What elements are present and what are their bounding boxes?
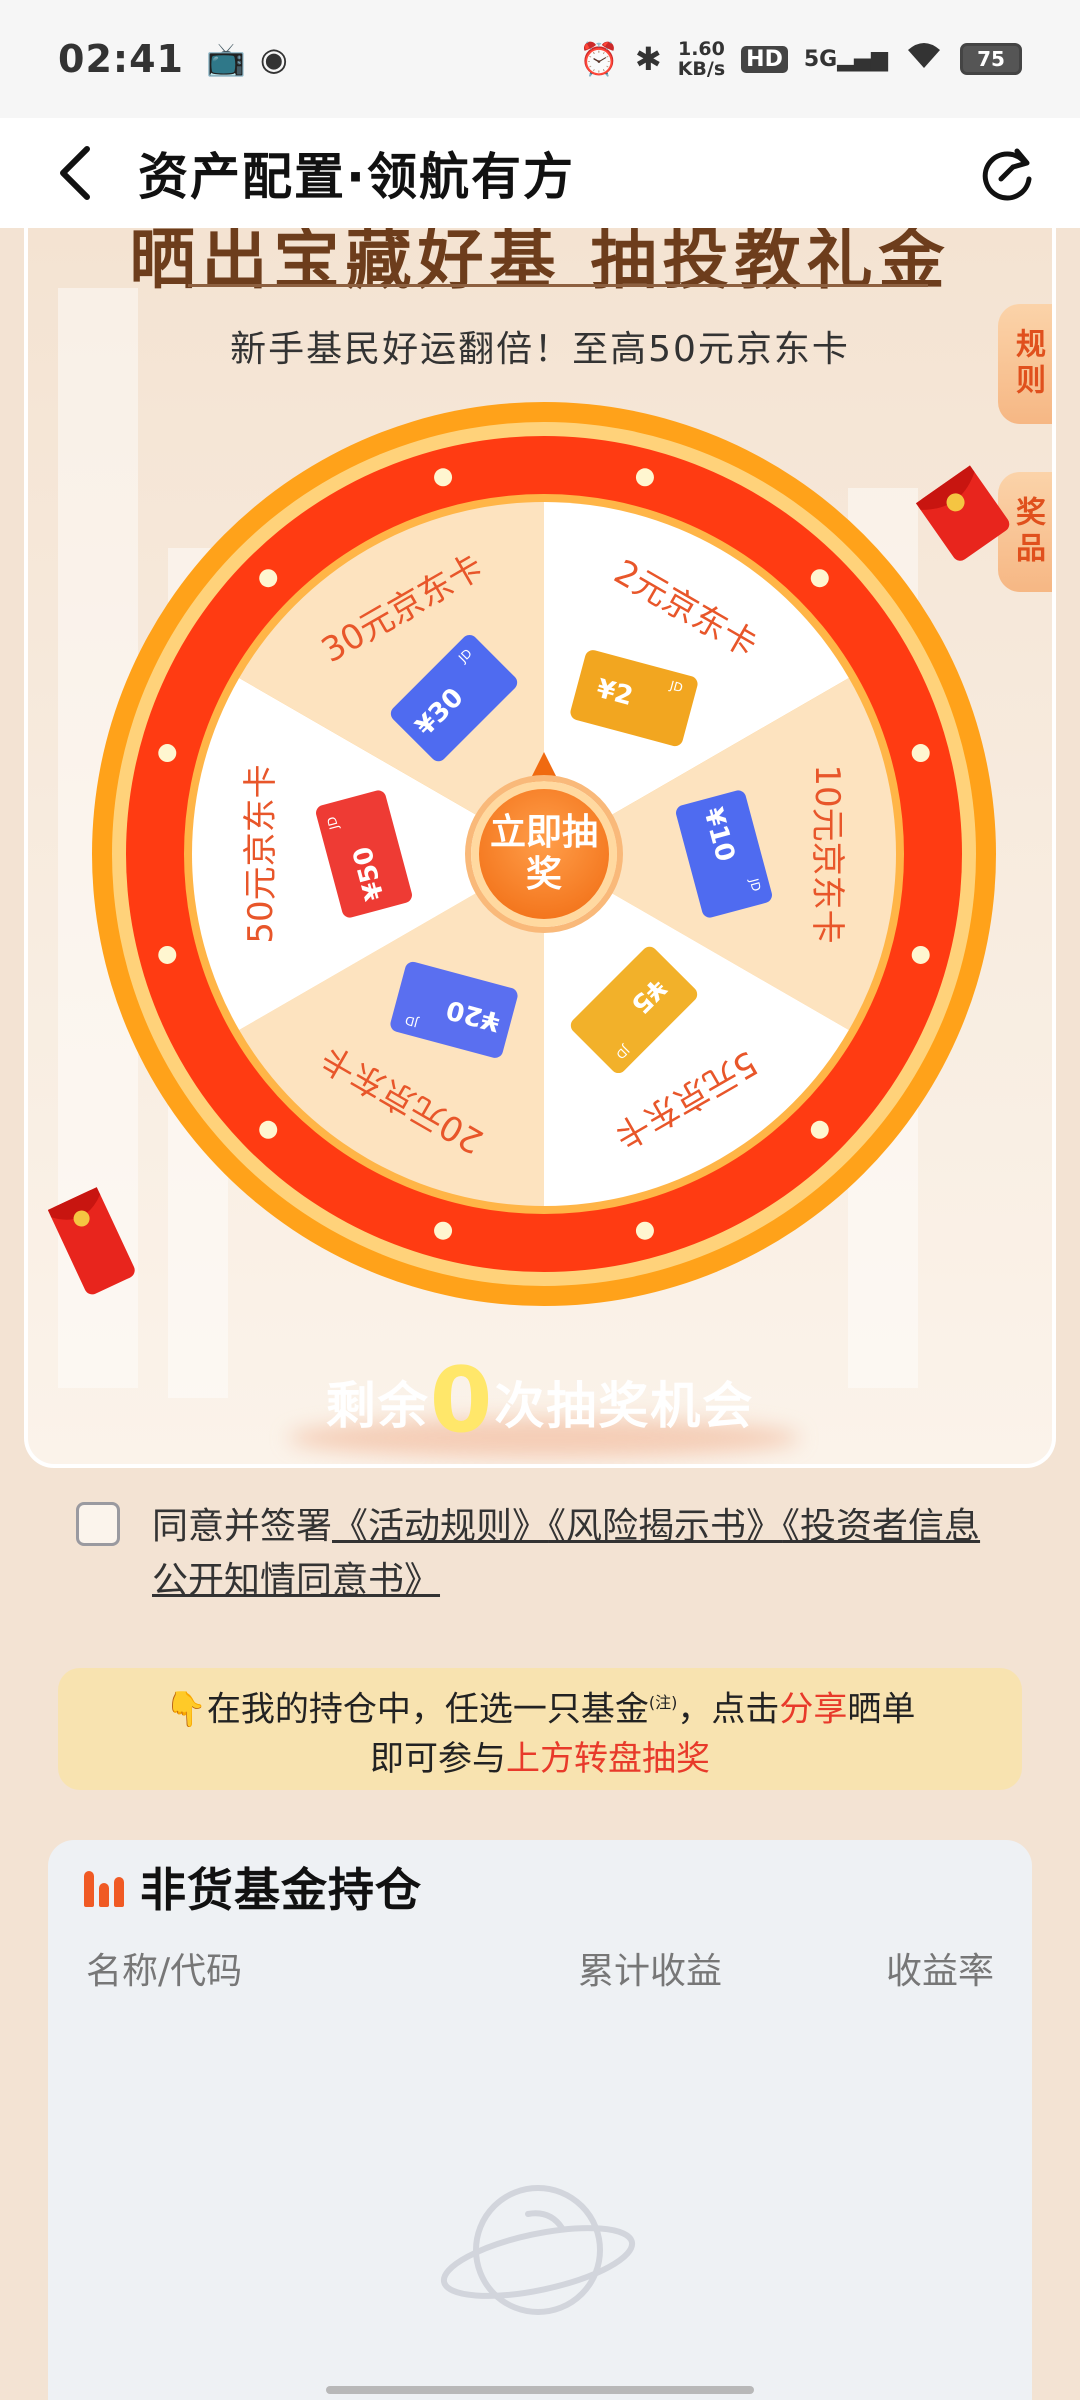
network-speed: 1.60 KB/s xyxy=(678,39,725,79)
title-underline xyxy=(188,284,928,287)
bluetooth-icon: ✱ xyxy=(634,40,662,78)
agreement-row: 同意并签署《活动规则》《风险揭示书》《投资者信息公开知情同意书》 xyxy=(76,1500,1016,1608)
globe-app-icon: ◉ xyxy=(259,40,288,78)
column-return-rate: 收益率 xyxy=(885,1951,994,1992)
nav-bar: 资产配置·领航有方 xyxy=(0,118,1080,228)
holdings-header: 非货基金持仓 xyxy=(84,1854,422,1920)
tip-note: (注) xyxy=(648,1693,678,1712)
alarm-icon: ⏰ xyxy=(579,40,619,78)
holdings-card: 非货基金持仓 名称/代码 累计收益 收益率 xyxy=(48,1840,1032,2400)
tip-share: 分享 xyxy=(779,1689,848,1730)
wheel-light xyxy=(635,1221,654,1240)
home-indicator[interactable] xyxy=(326,2386,754,2394)
wheel-light xyxy=(259,1120,278,1139)
chevron-left-icon xyxy=(60,146,90,200)
remaining-count: 0 xyxy=(429,1348,495,1453)
activity-title: 晒出宝藏好基 抽投教礼金 xyxy=(129,228,951,298)
lottery-card: 晒出宝藏好基 抽投教礼金 新手基民好运翻倍！至高50元京东卡 规则 奖品 2元京… xyxy=(24,228,1056,1468)
remaining-chances: 剩余0次抽奖机会 xyxy=(28,1348,1052,1453)
holdings-title: 非货基金持仓 xyxy=(140,1863,422,1917)
wheel-light xyxy=(810,1120,829,1139)
rules-tab[interactable]: 规则 xyxy=(998,304,1052,424)
tip-text-c: 晒单 xyxy=(847,1689,916,1730)
empty-planet-icon xyxy=(440,2185,636,2315)
agreement-prefix: 同意并签署 xyxy=(152,1506,333,1547)
wheel-light xyxy=(434,468,453,487)
wheel-light xyxy=(158,945,177,964)
signal-icon: 5G▂▄▆ xyxy=(803,46,888,72)
risk-disclosure-link[interactable]: 《风险揭示书》 xyxy=(548,1506,782,1547)
wheel-light xyxy=(158,744,177,763)
status-time: 02:41 xyxy=(58,37,184,81)
wheel-light xyxy=(259,569,278,588)
refresh-button[interactable] xyxy=(974,140,1040,206)
pointing-hand-icon: 👇 xyxy=(164,1689,207,1730)
column-cumulative-gain: 累计收益 xyxy=(578,1951,723,1992)
hd-icon: HD xyxy=(741,45,788,73)
agreement-text: 同意并签署《活动规则》《风险揭示书》《投资者信息公开知情同意书》 xyxy=(152,1500,1016,1608)
wheel-light xyxy=(911,744,930,763)
tv-app-icon: 📺 xyxy=(205,40,246,78)
prize-label: 50元京东卡 xyxy=(241,764,281,943)
share-tip-box: 👇在我的持仓中，任选一只基金(注)，点击分享晒单 即可参与上方转盘抽奖 xyxy=(58,1668,1022,1790)
wheel-light xyxy=(434,1221,453,1240)
remaining-suffix: 次抽奖机会 xyxy=(494,1377,755,1435)
wheel-light xyxy=(810,569,829,588)
net-speed-value: 1.60 xyxy=(677,38,725,60)
battery-icon: 75 xyxy=(960,43,1022,75)
tip-line-2: 即可参与上方转盘抽奖 xyxy=(58,1734,1022,1784)
prize-label: 10元京东卡 xyxy=(807,764,847,943)
wheel-light xyxy=(635,468,654,487)
agreement-checkbox[interactable] xyxy=(76,1502,120,1546)
wifi-icon xyxy=(904,40,944,78)
activity-subtitle: 新手基民好运翻倍！至高50元京东卡 xyxy=(230,329,850,370)
tip-line-1: 👇在我的持仓中，任选一只基金(注)，点击分享晒单 xyxy=(58,1678,1022,1734)
remaining-prefix: 剩余 xyxy=(325,1377,430,1435)
net-speed-unit: KB/s xyxy=(677,58,726,80)
tip-text-d: 即可参与 xyxy=(370,1739,506,1780)
page-title: 资产配置·领航有方 xyxy=(138,148,575,206)
back-button[interactable] xyxy=(20,118,130,228)
column-name: 名称/代码 xyxy=(86,1951,243,1992)
refresh-icon xyxy=(982,148,1032,201)
lottery-wheel[interactable]: 2元京东卡 ¥2 JD 10元京东卡 ¥10 JD 5元京东卡 ¥5 JD 20元京东卡 ¥20 JD… xyxy=(88,398,1000,1310)
activity-rules-link[interactable]: 《活动规则》 xyxy=(332,1506,548,1547)
draw-button[interactable]: 立即抽奖 xyxy=(471,781,617,927)
network-type: 5G xyxy=(803,46,838,72)
bar-chart-icon xyxy=(84,1867,126,1907)
status-bar: 02:41 📺 ◉ ⏰ ✱ 1.60 KB/s HD 5G▂▄▆ 75 xyxy=(0,0,1080,118)
wheel-light xyxy=(911,945,930,964)
tip-text-b: ，点击 xyxy=(677,1689,780,1730)
tip-wheel-hint: 上方转盘抽奖 xyxy=(506,1739,710,1780)
tip-text-a: 在我的持仓中，任选一只基金 xyxy=(206,1689,649,1730)
